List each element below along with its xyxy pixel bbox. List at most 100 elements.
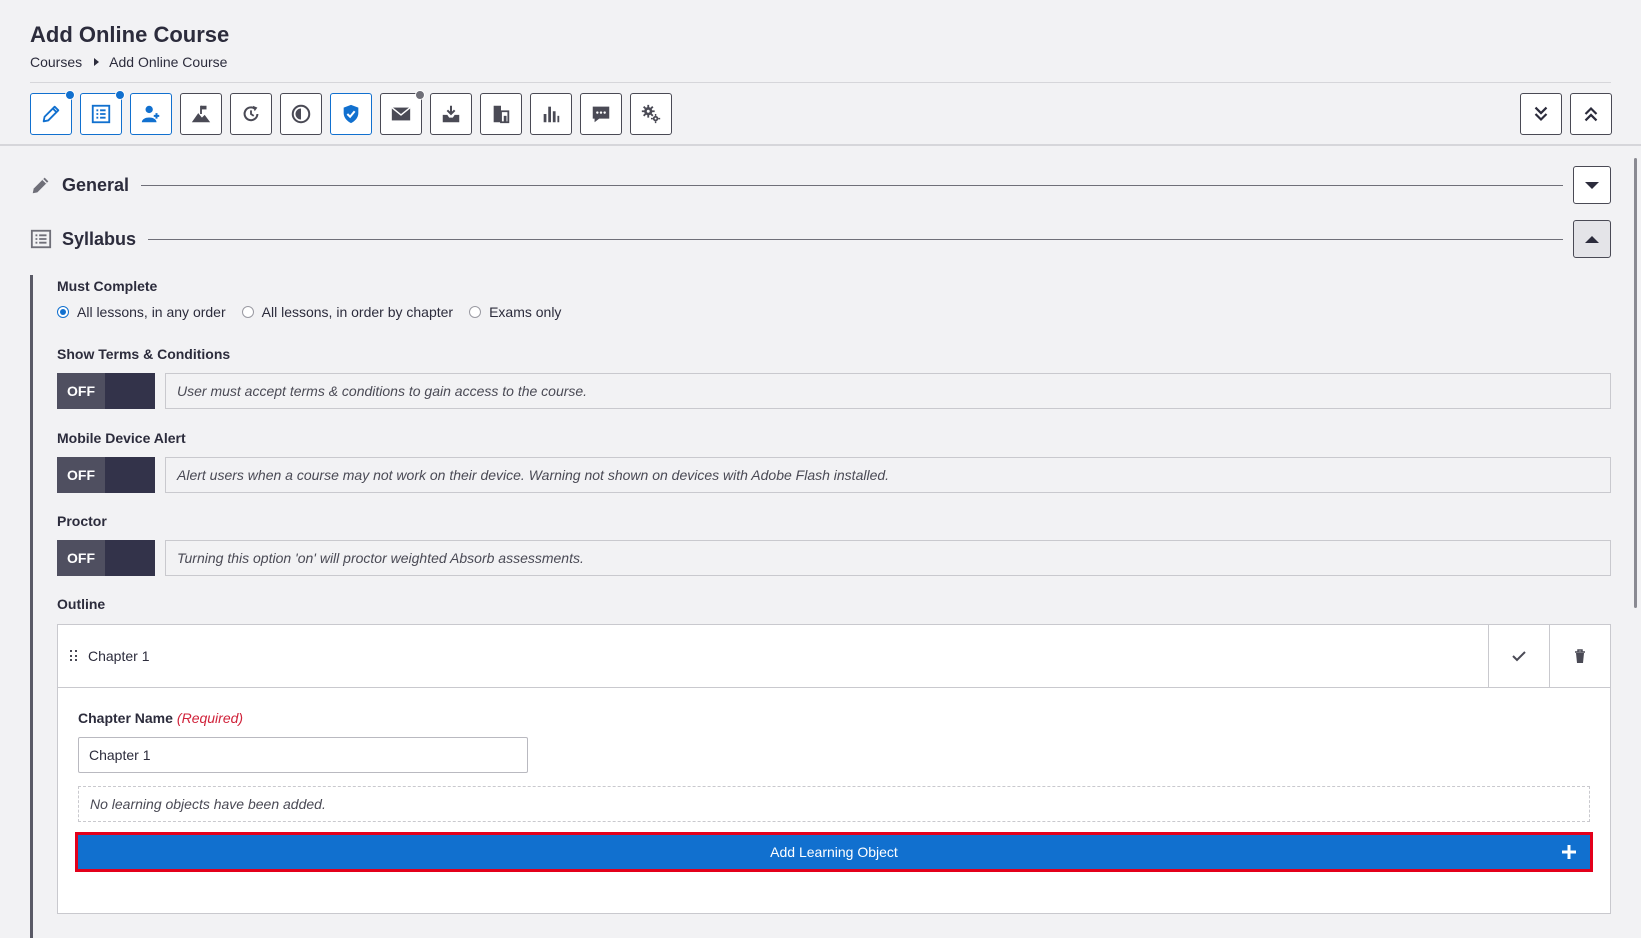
security-button[interactable] [330,93,372,135]
envelope-icon [391,107,411,121]
inbox-download-icon [442,105,460,123]
general-section-title: General [62,174,130,195]
refresh-clock-icon [243,105,259,122]
messages-button[interactable] [380,90,425,135]
page-header: Add Online Course Courses Add Online Cou… [0,0,1641,146]
gears-icon [641,104,661,124]
must-complete-radio-group: All lessons, in any order All lessons, i… [57,304,577,320]
general-expand-button[interactable] [1573,166,1611,204]
mobile-alert-row: OFF Alert users when a course may not wo… [57,457,1611,493]
toggle-knob [105,373,155,409]
edit-general-button[interactable] [30,90,75,135]
mobile-alert-description: Alert users when a course may not work o… [165,457,1611,493]
chapter-card: Chapter 1 Chapter Name(Required) No lear… [57,624,1611,914]
course-toolbar [30,90,680,135]
chat-bubble-icon [592,106,610,123]
radio-button-checked[interactable] [57,306,69,318]
circle-half-icon [291,104,311,124]
resources-button[interactable] [430,93,472,135]
radio-button[interactable] [469,306,482,318]
advanced-settings-button[interactable] [630,93,672,135]
syllabus-button[interactable] [80,90,125,135]
outline-label: Outline [57,596,106,612]
terms-toggle[interactable]: OFF [57,373,155,409]
notification-dot [115,90,125,100]
notification-dot [65,90,75,100]
notification-dot [415,90,425,100]
radio-label: Exams only [489,304,562,320]
reports-button[interactable] [530,93,572,135]
shield-check-icon [343,104,359,124]
section-divider [141,184,1563,186]
chapter-delete-button[interactable] [1549,625,1610,687]
syllabus-icon [30,229,52,249]
landscape-button[interactable] [180,93,222,135]
breadcrumb-current: Add Online Course [109,54,228,70]
syllabus-icon [91,104,111,124]
drag-handle-icon[interactable] [70,650,78,662]
terms-row: OFF User must accept terms & conditions … [57,373,1611,409]
bar-chart-icon [543,106,560,123]
syllabus-panel: Must Complete All lessons, in any order … [30,275,1611,938]
must-complete-label: Must Complete [57,278,158,294]
breadcrumb: Courses Add Online Course [30,54,227,70]
chapter-name-label: Chapter Name (Required) [78,710,243,726]
departments-button[interactable] [480,93,522,135]
toggle-knob [105,457,155,493]
chevron-down-icon [1585,181,1599,189]
landscape-icon [191,105,211,123]
radio-label: All lessons, in any order [77,304,226,320]
expand-all-icon [1584,106,1598,122]
radio-by-chapter[interactable]: All lessons, in order by chapter [241,304,454,320]
radio-any-order[interactable]: All lessons, in any order [57,304,226,320]
general-section-header: General [30,166,1611,204]
page-title: Add Online Course [30,22,230,47]
expand-collapse-tools [1512,93,1612,135]
vertical-scrollbar[interactable] [1634,158,1637,608]
collapse-all-button[interactable] [1520,93,1562,135]
expand-all-button[interactable] [1570,93,1612,135]
syllabus-collapse-button[interactable] [1573,220,1611,258]
comments-button[interactable] [580,93,622,135]
trash-icon [1575,649,1585,663]
enrollment-button[interactable] [130,93,172,135]
required-indicator: (Required) [176,710,244,726]
mobile-alert-label: Mobile Device Alert [57,430,186,446]
plus-icon [1562,845,1576,859]
mobile-alert-toggle[interactable]: OFF [57,457,155,493]
section-divider [148,238,1563,240]
building-icon [493,105,510,124]
breadcrumb-courses-link[interactable]: Courses [30,54,82,70]
radio-label: All lessons, in order by chapter [261,304,454,320]
collapse-all-icon [1534,106,1548,122]
empty-learning-objects-message: No learning objects have been added. [78,786,1590,822]
theme-button[interactable] [280,93,322,135]
breadcrumb-separator-icon [94,58,100,66]
history-button[interactable] [230,93,272,135]
proctor-row: OFF Turning this option 'on' will procto… [57,540,1611,576]
radio-exams-only[interactable]: Exams only [469,304,561,320]
chapter-title: Chapter 1 [88,648,150,664]
add-learning-object-button[interactable]: Add Learning Object [75,832,1593,872]
checkmark-icon [1512,651,1526,662]
pencil-icon [32,177,49,194]
chevron-up-icon [1585,235,1599,243]
radio-button[interactable] [241,306,254,318]
proctor-description: Turning this option 'on' will proctor we… [165,540,1611,576]
add-user-icon [141,105,160,123]
toggle-state: OFF [57,373,105,409]
syllabus-section-header: Syllabus [30,220,1611,258]
terms-description: User must accept terms & conditions to g… [165,373,1611,409]
toggle-state: OFF [57,540,105,576]
toggle-knob [105,540,155,576]
add-learning-object-label: Add Learning Object [770,844,898,860]
chapter-name-input[interactable] [78,737,528,773]
chapter-header: Chapter 1 [58,625,1610,688]
proctor-label: Proctor [57,513,107,529]
chapter-confirm-button[interactable] [1488,625,1549,687]
proctor-toggle[interactable]: OFF [57,540,155,576]
toggle-state: OFF [57,457,105,493]
header-divider [30,82,1611,83]
syllabus-section-title: Syllabus [62,228,137,249]
pencil-icon [42,105,60,123]
